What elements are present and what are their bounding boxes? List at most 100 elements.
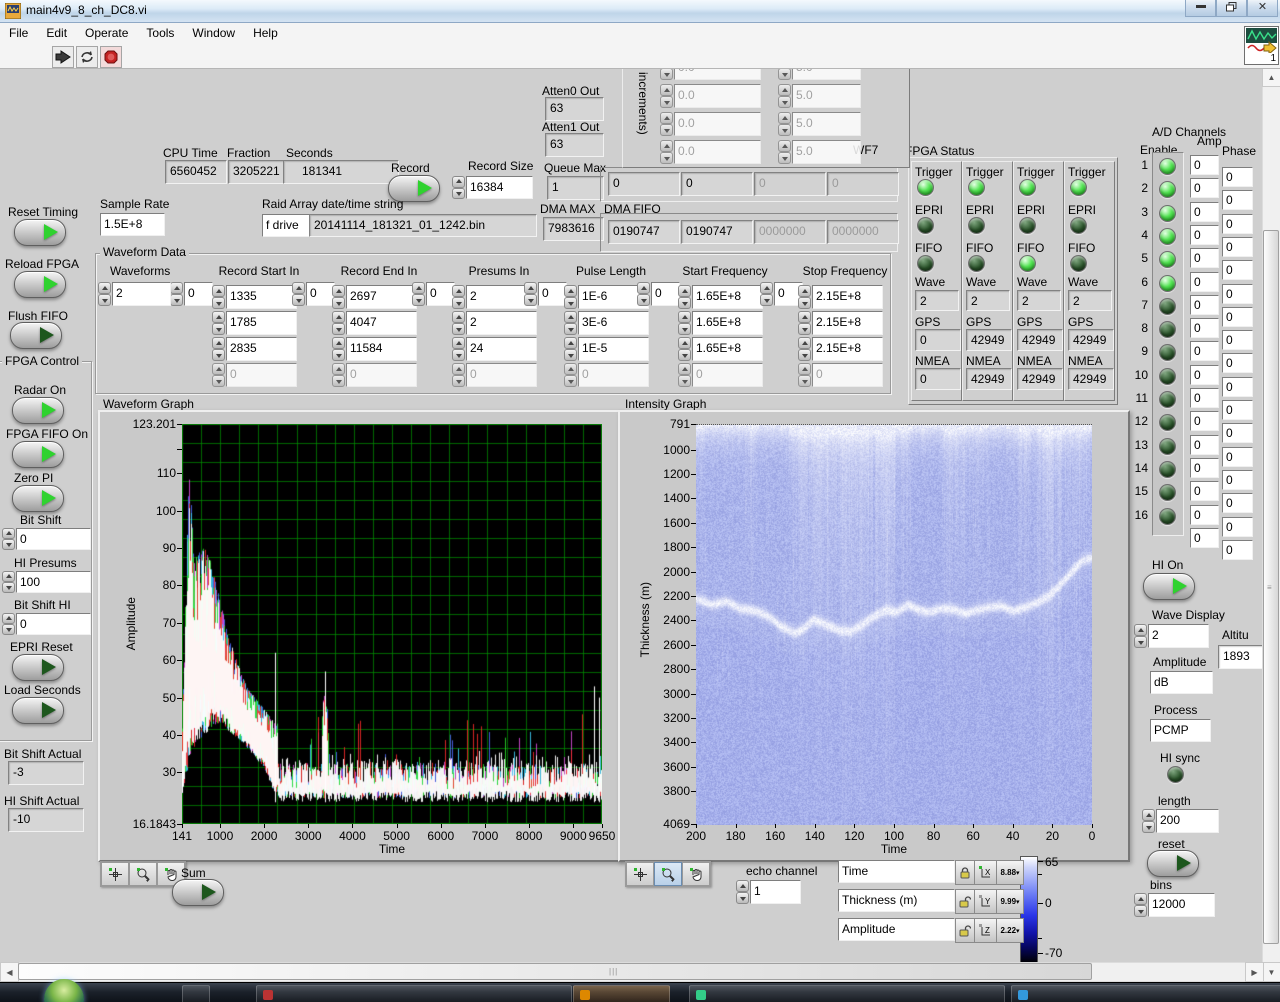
spinner-up-icon[interactable]: [798, 363, 811, 375]
spinner-down-icon[interactable]: [564, 323, 577, 335]
wfd-array-element-field[interactable]: 1.65E+8: [692, 311, 763, 335]
vertical-scroll-thumb[interactable]: ≡: [1263, 230, 1279, 944]
spinner-up-icon[interactable]: [637, 282, 650, 294]
record-size-field[interactable]: 16384: [466, 176, 533, 199]
spinner-down-icon[interactable]: [660, 152, 673, 164]
load-seconds-toggle[interactable]: [12, 697, 64, 724]
epri-reset-toggle[interactable]: [12, 654, 64, 681]
spinner-down-icon[interactable]: [798, 375, 811, 387]
wfd-array-element-field[interactable]: 2835: [226, 337, 297, 361]
spinner-down-icon[interactable]: [452, 323, 465, 335]
close-button[interactable]: ✕: [1247, 0, 1278, 17]
scale-name-field[interactable]: Thickness (m): [838, 889, 955, 912]
menu-item-window[interactable]: Window: [183, 26, 244, 40]
waveforms-control[interactable]: 2: [98, 282, 171, 306]
amp-value-field[interactable]: 0: [1190, 411, 1219, 432]
wfd-array-element[interactable]: 1335: [212, 285, 297, 309]
wfd-index-control[interactable]: 0: [170, 282, 213, 306]
spinner-up-icon[interactable]: [292, 282, 305, 294]
waveforms-field[interactable]: 2: [112, 282, 171, 306]
phase-value-field[interactable]: 0: [1222, 213, 1253, 234]
spinner-up-icon[interactable]: [760, 282, 773, 294]
echo-channel-field[interactable]: 1: [750, 880, 801, 904]
spinner-down-icon[interactable]: [332, 297, 345, 309]
spinner-down-icon[interactable]: [660, 96, 673, 108]
spinner-down-icon[interactable]: [678, 349, 691, 361]
phase-value-field[interactable]: 0: [1222, 493, 1253, 514]
wfd-array-element[interactable]: 2835: [212, 337, 297, 361]
increment-decrement-spinner[interactable]: [212, 311, 225, 335]
scroll-up-button[interactable]: ▲: [1262, 68, 1280, 87]
wfd-index-control[interactable]: 0: [412, 282, 455, 306]
wfd-array-element-field[interactable]: 4047: [346, 311, 417, 335]
wfd-array-element-field[interactable]: 3E-6: [578, 311, 649, 335]
spinner-up-icon[interactable]: [332, 337, 345, 349]
radar-on-toggle[interactable]: [12, 397, 64, 424]
wfd-array-element[interactable]: 1E-5: [564, 337, 649, 361]
wfd-index-control-field[interactable]: 0: [651, 282, 680, 306]
wfd-array-element-field[interactable]: 2: [466, 311, 537, 335]
bins-field[interactable]: 12000: [1148, 893, 1215, 917]
increment-decrement-spinner[interactable]: [778, 84, 791, 108]
spinner-down-icon[interactable]: [212, 323, 225, 335]
wfd-array-element[interactable]: 4047: [332, 311, 417, 335]
hi-on-toggle[interactable]: [1143, 573, 1195, 600]
increment-decrement-spinner[interactable]: [778, 112, 791, 136]
scroll-down-button[interactable]: ▼: [1262, 962, 1280, 982]
echo-channel-control[interactable]: 1: [736, 880, 801, 904]
lock-button[interactable]: [955, 860, 975, 885]
phase-value-field[interactable]: 0: [1222, 283, 1253, 304]
wfd-index-control-field[interactable]: 0: [306, 282, 335, 306]
wfd-array-element[interactable]: 0: [798, 363, 883, 387]
scale-name-field[interactable]: Amplitude: [838, 918, 955, 941]
spinner-down-icon[interactable]: [798, 349, 811, 361]
wfd-index-control-field[interactable]: 0: [184, 282, 213, 306]
amp-value-field[interactable]: 0: [1190, 341, 1219, 362]
spinner-up-icon[interactable]: [452, 363, 465, 375]
format-button[interactable]: 8.88 ▾: [996, 860, 1024, 885]
wfd-array-element-field[interactable]: 2.15E+8: [812, 285, 883, 309]
menu-item-edit[interactable]: Edit: [37, 26, 76, 40]
phase-value-field[interactable]: 0: [1222, 190, 1253, 211]
spinner-down-icon[interactable]: [760, 294, 773, 306]
axis-scale-button[interactable]: X: [974, 860, 997, 885]
wfd-index-control-field[interactable]: 0: [538, 282, 567, 306]
lock-button[interactable]: [955, 889, 975, 914]
amplitude-field[interactable]: dB: [1150, 671, 1213, 694]
spinner-up-icon[interactable]: [212, 337, 225, 349]
spinner-up-icon[interactable]: [564, 337, 577, 349]
abort-button[interactable]: [100, 46, 122, 68]
enable-led[interactable]: [1159, 460, 1176, 478]
spinner-down-icon[interactable]: [564, 349, 577, 361]
amp-value-field[interactable]: 0: [1190, 248, 1219, 269]
amp-value-field[interactable]: 0: [1190, 434, 1219, 455]
spinner-down-icon[interactable]: [778, 68, 791, 80]
phase-value-field[interactable]: 0: [1222, 539, 1253, 560]
reset-timing-toggle[interactable]: [14, 219, 66, 246]
spinner-down-icon[interactable]: [212, 349, 225, 361]
spinner-up-icon[interactable]: [170, 282, 183, 294]
waveform-plot-area[interactable]: [182, 424, 602, 824]
wfd-array-element[interactable]: 0: [678, 363, 763, 387]
format-button[interactable]: 9.99 ▾: [996, 889, 1024, 914]
spinner-down-icon[interactable]: [212, 375, 225, 387]
wave-phase-array-element-field[interactable]: 5.0: [792, 112, 861, 136]
enable-led[interactable]: [1159, 391, 1176, 408]
spinner-down-icon[interactable]: [452, 349, 465, 361]
enable-led[interactable]: [1159, 297, 1176, 315]
pan-tool-button[interactable]: [682, 862, 710, 886]
wfd-array-element-field[interactable]: 0: [346, 363, 417, 387]
spinner-down-icon[interactable]: [412, 294, 425, 306]
wfd-array-element[interactable]: 11584: [332, 337, 417, 361]
sum-toggle[interactable]: [172, 879, 224, 906]
spinner-up-icon[interactable]: [564, 285, 577, 297]
spinner-down-icon[interactable]: [778, 124, 791, 136]
taskbar-button[interactable]: [182, 985, 210, 1002]
increment-decrement-spinner[interactable]: [170, 282, 183, 306]
increment-decrement-spinner[interactable]: [412, 282, 425, 306]
spinner-up-icon[interactable]: [778, 140, 791, 152]
record-size-spinner[interactable]: [452, 176, 465, 199]
phase-value-field[interactable]: 0: [1222, 400, 1253, 420]
enable-led[interactable]: [1159, 367, 1176, 385]
record-size-control[interactable]: 16384: [452, 176, 533, 199]
